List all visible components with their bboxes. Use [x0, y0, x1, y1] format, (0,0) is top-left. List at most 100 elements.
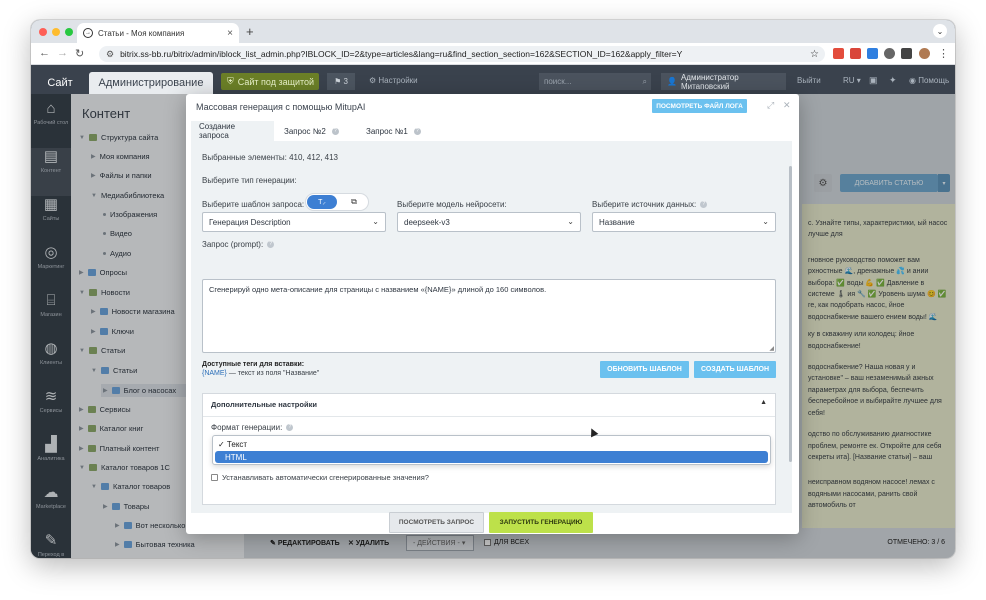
help-label: Помощь	[918, 76, 950, 85]
address-toolbar: ← → ↻ ⚙ bitrix.ss-bb.ru/bitrix/admin/ibl…	[31, 43, 955, 65]
site-info-icon[interactable]: ⚙	[106, 49, 114, 60]
update-template-button[interactable]: ОБНОВИТЬ ШАБЛОН	[600, 361, 689, 378]
browser-tabbar: → Статьи - Моя компания × + ⌄	[31, 20, 955, 43]
format-label: Формат генерации:?	[211, 423, 294, 432]
language-selector[interactable]: RU ▾	[843, 76, 861, 85]
close-tab-icon[interactable]: ×	[227, 28, 233, 39]
browser-tab-active[interactable]: → Статьи - Моя компания ×	[77, 23, 239, 43]
model-select-value: deepseek-v3	[404, 217, 450, 227]
chevron-down-icon: ⌄	[567, 217, 574, 226]
modal-footer: ПОСМОТРЕТЬ ЗАПРОС ЗАПУСТИТЬ ГЕНЕРАЦИЮ	[186, 512, 799, 534]
expand-icon[interactable]: ⤢	[767, 100, 774, 111]
auto-set-label: Устанавливать автоматически сгенерирован…	[222, 473, 429, 482]
administration-tab[interactable]: Администрирование	[89, 72, 213, 94]
browser-menu-icon[interactable]: ⋮	[938, 47, 949, 60]
search-icon[interactable]: ⌕	[643, 77, 647, 87]
gmail-icon[interactable]	[850, 48, 861, 59]
help-question-icon[interactable]: ?	[413, 127, 421, 135]
extension-blue-icon[interactable]	[867, 48, 878, 59]
close-icon[interactable]: ✕	[783, 100, 791, 111]
format-dropdown-list: ✓ Текст HTML	[212, 435, 771, 465]
tab-request-1[interactable]: Запрос №1?	[358, 121, 429, 141]
source-label: Выберите источник данных:?	[592, 200, 708, 209]
language-code: RU	[843, 76, 855, 85]
source-select[interactable]: Название ⌄	[592, 212, 776, 232]
name-tag[interactable]: {NAME}	[202, 370, 227, 377]
forward-arrow-icon[interactable]: →	[57, 47, 68, 59]
tab-label: Запрос №1	[366, 126, 408, 136]
maximize-window-dot[interactable]	[65, 28, 73, 36]
prompt-text: Сгенерируй одно мета-описание для страни…	[209, 285, 547, 294]
create-template-button[interactable]: СОЗДАТЬ ШАБЛОН	[694, 361, 776, 378]
available-tags-line: {NAME} — текст из поля "Название"	[202, 370, 319, 377]
bookmark-star-icon[interactable]: ☆	[810, 49, 819, 60]
view-log-button[interactable]: ПОСМОТРЕТЬ ФАЙЛ ЛОГА	[652, 99, 747, 113]
collapse-caret-icon[interactable]: ▲	[760, 399, 767, 406]
notifications-badge[interactable]: ⚑ 3	[327, 73, 355, 90]
extension-s-icon[interactable]	[833, 48, 844, 59]
minimize-window-dot[interactable]	[52, 28, 60, 36]
help-link[interactable]: ◉ Помощь	[909, 76, 949, 85]
shield-icon: ⛨	[227, 76, 234, 86]
help-question-icon[interactable]: ?	[331, 127, 339, 135]
profile-avatar[interactable]	[919, 48, 930, 59]
template-select[interactable]: Генерация Description ⌄	[202, 212, 386, 232]
advanced-settings-title[interactable]: Дополнительные настройки	[211, 400, 317, 409]
site-button[interactable]: Сайт	[37, 71, 83, 94]
image-type-icon[interactable]: ⧉	[340, 195, 368, 209]
flag-icon: ⚑	[334, 77, 342, 86]
resize-handle-icon[interactable]: ◢	[769, 345, 774, 352]
mass-generation-modal: Массовая генерация с помощью MitupAI ПОС…	[186, 94, 799, 534]
panel-icon[interactable]: ▣	[869, 75, 878, 86]
help-question-icon[interactable]: ?	[286, 424, 294, 431]
modal-title: Массовая генерация с помощью MitupAI	[196, 102, 366, 112]
prompt-textarea[interactable]: Сгенерируй одно мета-описание для страни…	[202, 279, 776, 353]
model-select[interactable]: deepseek-v3 ⌄	[397, 212, 581, 232]
close-window-dot[interactable]	[39, 28, 47, 36]
text-type-icon[interactable]: T⸝	[307, 195, 337, 209]
tab-label: Запрос №2	[284, 126, 326, 136]
tab-create-request[interactable]: Создание запроса	[191, 121, 274, 141]
url-bar[interactable]: ⚙ bitrix.ss-bb.ru/bitrix/admin/iblock_li…	[99, 46, 825, 62]
advanced-settings-panel: Дополнительные настройки ▲ Формат генера…	[202, 393, 776, 505]
user-name: Администратор Митаповский	[680, 72, 739, 91]
new-tab-icon[interactable]: +	[246, 24, 254, 39]
generation-type-label: Выберите тип генерации:	[202, 176, 297, 185]
source-label-text: Выберите источник данных:	[592, 200, 697, 209]
model-label: Выберите модель нейросети:	[397, 200, 507, 209]
modal-tabs: Создание запроса Запрос №2? Запрос №1?	[191, 121, 792, 141]
modal-scrollbar[interactable]	[789, 166, 792, 462]
auto-set-checkbox[interactable]: Устанавливать автоматически сгенерирован…	[211, 473, 429, 482]
site-protection-button[interactable]: ⛨ Сайт под защитой	[221, 73, 319, 90]
reload-icon[interactable]: ↻	[75, 47, 84, 60]
admin-search-input[interactable]: поиск... ⌕	[539, 73, 651, 90]
notifications-count: 3	[343, 77, 348, 86]
checkbox-box[interactable]	[211, 474, 218, 481]
prompt-label: Запрос (prompt):?	[202, 240, 275, 249]
source-select-value: Название	[599, 217, 635, 227]
sidepanel-icon[interactable]	[901, 48, 912, 59]
gear-icon: ⚙	[369, 76, 377, 85]
format-label-text: Формат генерации:	[211, 423, 283, 432]
help-icon: ◉	[909, 76, 916, 85]
available-tags-title: Доступные теги для вставки:	[202, 361, 305, 368]
tab-search-chevron-icon[interactable]: ⌄	[933, 24, 947, 38]
user-menu[interactable]: 👤 Администратор Митаповский	[661, 72, 786, 91]
help-question-icon[interactable]: ?	[267, 241, 275, 248]
settings-link[interactable]: ⚙ Настройки	[369, 76, 418, 85]
run-generation-button[interactable]: ЗАПУСТИТЬ ГЕНЕРАЦИЮ	[489, 512, 593, 533]
template-label: Выберите шаблон запроса:	[202, 200, 305, 209]
format-option-text[interactable]: ✓ Текст	[215, 438, 768, 450]
back-arrow-icon[interactable]: ←	[39, 47, 50, 59]
pin-icon[interactable]: ✦	[889, 75, 897, 86]
tab-request-2[interactable]: Запрос №2?	[276, 121, 347, 141]
view-request-button[interactable]: ПОСМОТРЕТЬ ЗАПРОС	[389, 512, 484, 533]
help-question-icon[interactable]: ?	[700, 201, 708, 208]
logout-link[interactable]: Выйти	[797, 76, 821, 85]
browser-window: → Статьи - Моя компания × + ⌄ ← → ↻ ⚙ bi…	[31, 20, 955, 558]
bitrix-admin-bar: Сайт Администрирование ⛨ Сайт под защито…	[31, 65, 955, 94]
format-option-html[interactable]: HTML	[215, 451, 768, 463]
protection-label: Сайт под защитой	[237, 76, 315, 87]
extensions-puzzle-icon[interactable]	[884, 48, 895, 59]
divider	[203, 416, 775, 417]
